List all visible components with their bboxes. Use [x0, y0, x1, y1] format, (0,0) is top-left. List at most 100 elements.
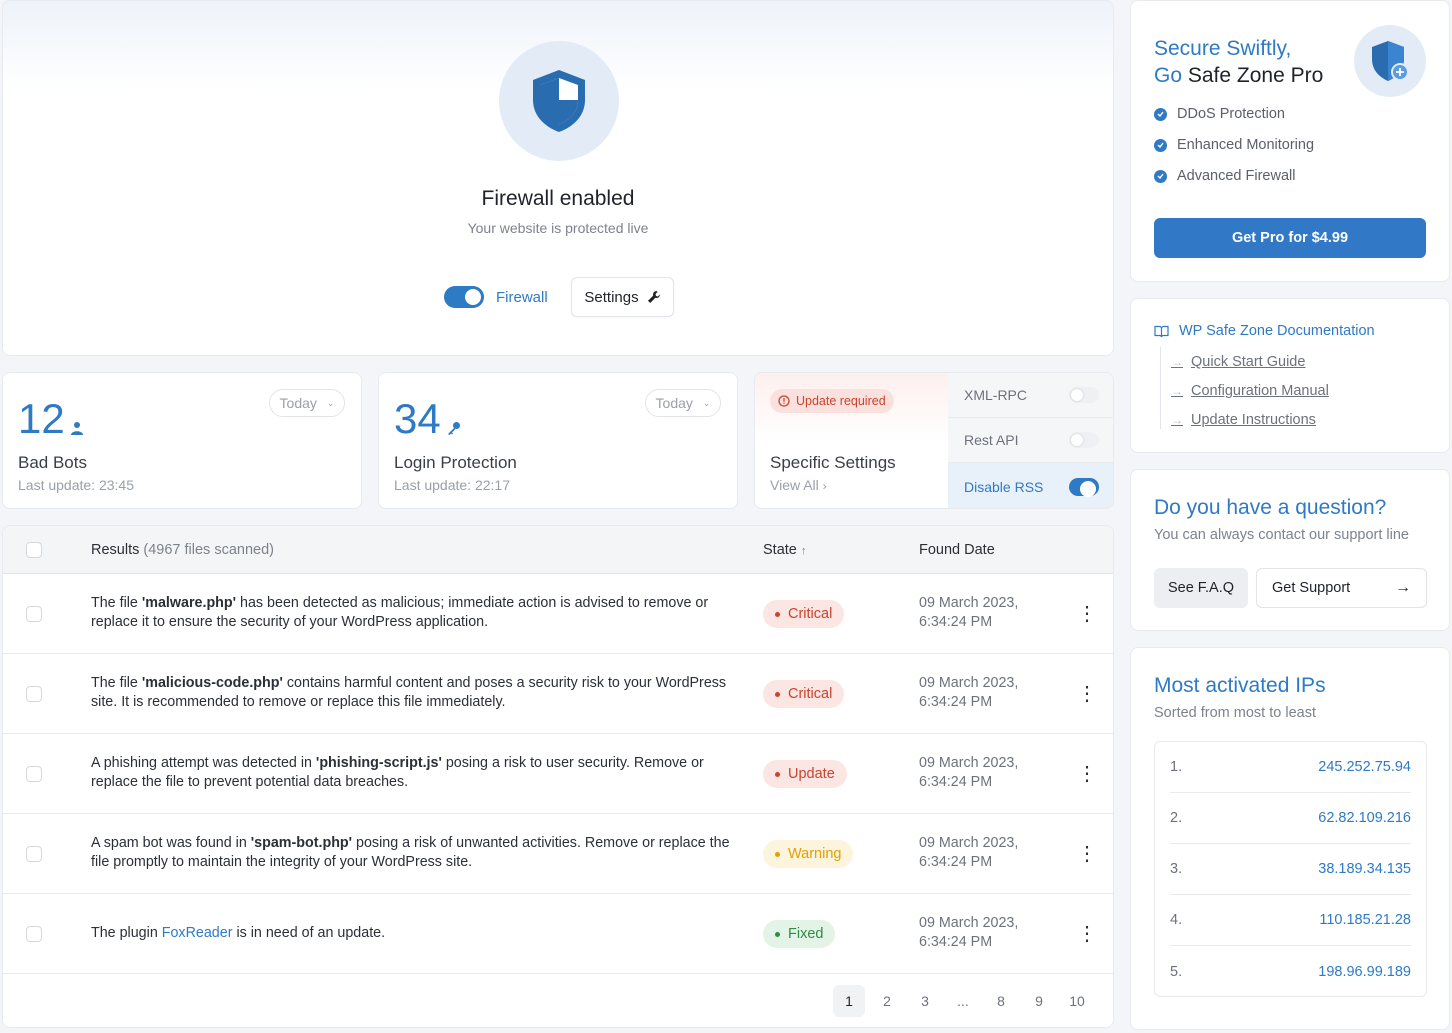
support-title: Do you have a question?: [1154, 496, 1387, 519]
support-subtitle: You can always contact our support line: [1154, 527, 1409, 543]
firewall-toggle[interactable]: [444, 286, 484, 308]
pro-title: Secure Swiftly, Go Safe Zone Pro: [1154, 37, 1324, 87]
faq-button[interactable]: See F.A.Q: [1154, 568, 1248, 608]
documentation-card: WP Safe Zone Documentation → Quick Start …: [1130, 298, 1450, 453]
support-card: Do you have a question? You can always c…: [1130, 469, 1450, 631]
status-badge: Critical: [763, 600, 845, 628]
specific-settings-card: Update required Specific Settings View A…: [754, 372, 1114, 509]
row-description: The file 'malware.php' has been detected…: [91, 595, 709, 630]
alert-icon: [778, 395, 790, 407]
option-xml-rpc: XML-RPC: [948, 373, 1113, 418]
update-required-badge: Update required: [770, 389, 894, 413]
docs-divider: [1160, 347, 1161, 429]
rest-api-toggle[interactable]: [1069, 432, 1099, 448]
bad-bots-period-dropdown[interactable]: Today ⌄: [269, 389, 345, 417]
scan-results-table: Results (4967 files scanned) State ↑ Fou…: [2, 525, 1114, 1028]
ips-subtitle: Sorted from most to least: [1154, 705, 1316, 721]
arrow-right-icon: →: [1171, 355, 1183, 369]
row-description: A spam bot was found in 'spam-bot.php' p…: [91, 835, 730, 870]
view-all-link[interactable]: View All ›: [770, 477, 827, 493]
ip-link[interactable]: 245.252.75.94: [1318, 759, 1411, 775]
state-header[interactable]: State ↑: [763, 542, 806, 558]
found-date-header: Found Date: [919, 542, 995, 558]
more-options-icon[interactable]: ⋮: [1077, 684, 1097, 704]
page-1[interactable]: 1: [833, 985, 865, 1017]
wrench-icon: [647, 291, 660, 303]
row-checkbox[interactable]: [26, 686, 42, 702]
option-disable-rss: Disable RSS: [948, 463, 1113, 508]
row-checkbox[interactable]: [26, 846, 42, 862]
chevron-down-icon: ⌄: [702, 397, 711, 408]
status-badge: Critical: [763, 680, 845, 708]
feature-item: Enhanced Monitoring: [1154, 137, 1314, 153]
row-description: The plugin FoxReader is in need of an up…: [91, 925, 386, 941]
table-row: A phishing attempt was detected in 'phis…: [3, 734, 1113, 814]
most-activated-ips-card: Most activated IPs Sorted from most to l…: [1130, 647, 1450, 1030]
chevron-down-icon: ⌄: [326, 397, 335, 408]
pro-upsell-card: Secure Swiftly, Go Safe Zone Pro DDoS Pr…: [1130, 0, 1450, 282]
get-pro-button[interactable]: Get Pro for $4.99: [1154, 218, 1426, 258]
ip-list: 1. 245.252.75.94 2. 62.82.109.216 3. 38.189…: [1154, 741, 1427, 997]
row-description: The file 'malicious-code.php' contains h…: [91, 675, 727, 710]
status-badge: Warning: [763, 840, 854, 868]
status-badge: Update: [763, 760, 847, 788]
chevron-right-icon: ›: [822, 479, 827, 493]
check-icon: [1154, 138, 1167, 152]
page-10[interactable]: 10: [1061, 985, 1093, 1017]
row-date: 09 March 2023, 6:34:24 PM: [919, 675, 1019, 710]
disable-rss-toggle[interactable]: [1069, 477, 1099, 497]
row-checkbox[interactable]: [26, 926, 42, 942]
settings-button-label: Settings: [584, 288, 639, 306]
bad-bots-count: 12: [18, 395, 83, 443]
table-row: A spam bot was found in 'spam-bot.php' p…: [3, 814, 1113, 894]
update-instructions-link[interactable]: → Update Instructions: [1171, 412, 1316, 428]
select-all-checkbox[interactable]: [26, 542, 42, 558]
page-9[interactable]: 9: [1023, 985, 1055, 1017]
ip-link[interactable]: 62.82.109.216: [1318, 810, 1411, 826]
row-checkbox[interactable]: [26, 766, 42, 782]
more-options-icon[interactable]: ⋮: [1077, 844, 1097, 864]
ip-link[interactable]: 38.189.34.135: [1318, 861, 1411, 877]
firewall-panel: Firewall enabled Your website is protect…: [2, 0, 1114, 356]
option-rest-api: Rest API: [948, 418, 1113, 463]
list-item: 1. 245.252.75.94: [1170, 742, 1411, 793]
login-protection-card: 34 Today ⌄ Login Protection Last update: …: [378, 372, 738, 509]
row-date: 09 March 2023, 6:34:24 PM: [919, 915, 1019, 950]
firewall-toggle-label: Firewall: [496, 289, 548, 306]
ip-link[interactable]: 198.96.99.189: [1318, 964, 1411, 980]
sort-up-icon: ↑: [800, 545, 807, 557]
row-checkbox[interactable]: [26, 606, 42, 622]
quick-start-link[interactable]: → Quick Start Guide: [1171, 354, 1305, 370]
firewall-status-subtitle: Your website is protected live: [467, 220, 649, 236]
page-2[interactable]: 2: [871, 985, 903, 1017]
row-description: A phishing attempt was detected in 'phis…: [91, 755, 704, 790]
more-options-icon[interactable]: ⋮: [1077, 924, 1097, 944]
documentation-title[interactable]: WP Safe Zone Documentation: [1154, 323, 1375, 339]
more-options-icon[interactable]: ⋮: [1077, 604, 1097, 624]
page-8[interactable]: 8: [985, 985, 1017, 1017]
row-date: 09 March 2023, 6:34:24 PM: [919, 595, 1019, 630]
check-icon: [1154, 169, 1167, 183]
row-date: 09 March 2023, 6:34:24 PM: [919, 755, 1019, 790]
get-support-button[interactable]: Get Support →: [1256, 568, 1427, 608]
ip-link[interactable]: 110.185.21.28: [1319, 912, 1411, 928]
feature-item: Advanced Firewall: [1154, 168, 1295, 184]
list-item: 2. 62.82.109.216: [1170, 793, 1411, 844]
status-badge: Fixed: [763, 920, 836, 948]
specific-settings-summary: Update required Specific Settings View A…: [755, 373, 948, 508]
key-icon: [447, 422, 460, 435]
login-protection-count: 34: [394, 395, 461, 443]
arrow-right-icon: →: [1171, 413, 1183, 427]
specific-settings-options: XML-RPC Rest API Disable RSS: [948, 373, 1113, 508]
shield-plus-icon: [1354, 25, 1426, 97]
more-options-icon[interactable]: ⋮: [1077, 764, 1097, 784]
settings-button[interactable]: Settings: [571, 277, 674, 317]
results-header: Results (4967 files scanned): [91, 542, 274, 558]
bad-bots-last-update: Last update: 23:45: [18, 477, 134, 493]
xml-rpc-toggle[interactable]: [1069, 387, 1099, 403]
list-item: 5. 198.96.99.189: [1170, 963, 1411, 980]
configuration-manual-link[interactable]: → Configuration Manual: [1171, 383, 1329, 399]
login-protection-period-dropdown[interactable]: Today ⌄: [645, 389, 721, 417]
plugin-link[interactable]: FoxReader: [162, 925, 233, 941]
page-3[interactable]: 3: [909, 985, 941, 1017]
